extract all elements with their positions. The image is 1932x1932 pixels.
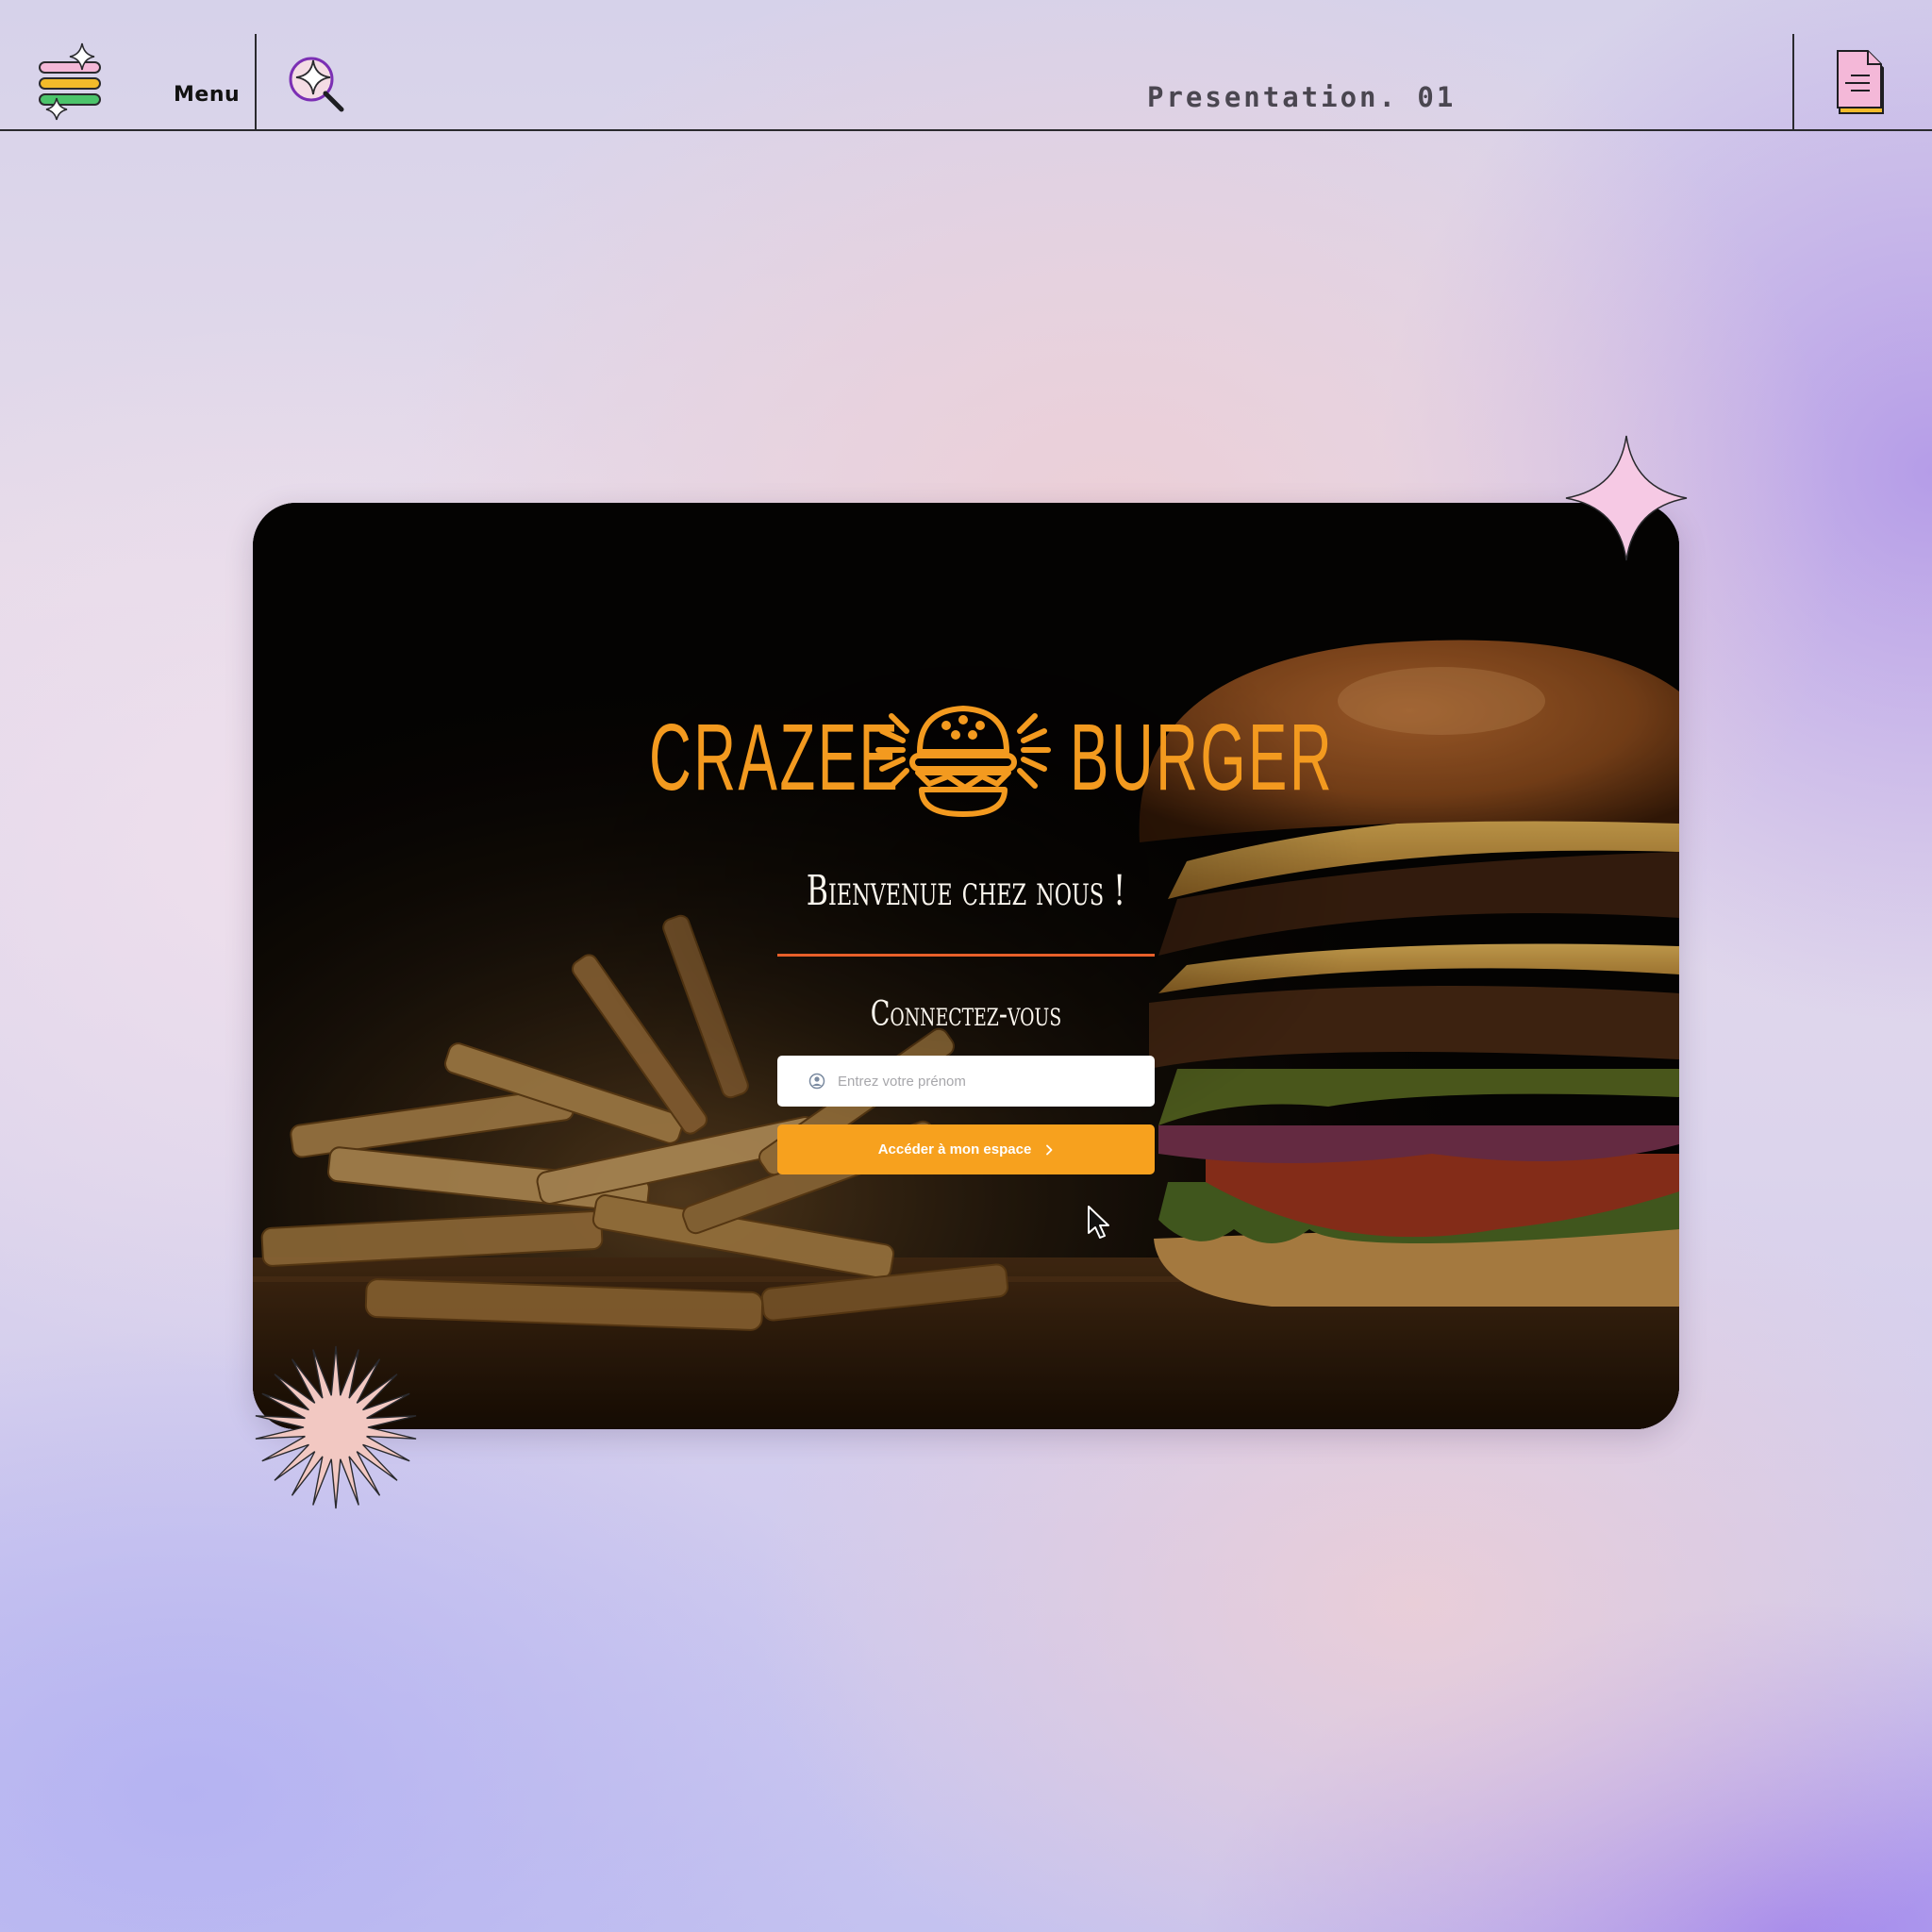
user-icon	[808, 1073, 825, 1090]
welcome-text: Bienvenue chez nous !	[806, 867, 1126, 915]
presentation-title: Presentation. 01	[1147, 81, 1457, 113]
brand-logo: CRAZEE BURGER	[253, 703, 1679, 817]
first-name-field[interactable]	[777, 1056, 1155, 1107]
pink-sparkle-icon	[1565, 435, 1688, 561]
mouse-cursor-icon	[1088, 1206, 1109, 1239]
divider-line	[255, 34, 257, 131]
logo-word-right: BURGER	[1070, 705, 1335, 810]
first-name-input[interactable]	[838, 1056, 1140, 1107]
burger-icon	[871, 703, 1056, 820]
heading-divider	[777, 954, 1155, 957]
chevron-right-icon	[1046, 1144, 1053, 1155]
top-bar: Menu Presentation. 01	[0, 0, 1932, 131]
access-space-button[interactable]: Accéder à mon espace	[777, 1124, 1155, 1174]
login-subtitle: Connectez-vous	[253, 995, 1679, 1034]
sparkle-search-icon[interactable]	[287, 55, 345, 113]
welcome-heading: Bienvenue chez nous !	[253, 867, 1679, 915]
login-card: CRAZEE BURGER Bienvenue chez nous ! Conn…	[253, 503, 1679, 1429]
access-space-label: Accéder à mon espace	[877, 1141, 1032, 1158]
starburst-icon	[255, 1345, 417, 1509]
sparkle-menu-icon[interactable]	[36, 42, 108, 121]
logo-word-left: CRAZEE	[649, 705, 901, 810]
document-icon[interactable]	[1834, 49, 1887, 117]
menu-label[interactable]: Menu	[174, 83, 240, 107]
connect-text: Connectez-vous	[870, 995, 1062, 1034]
divider-line	[1792, 34, 1794, 131]
card-shade	[253, 503, 1679, 1429]
